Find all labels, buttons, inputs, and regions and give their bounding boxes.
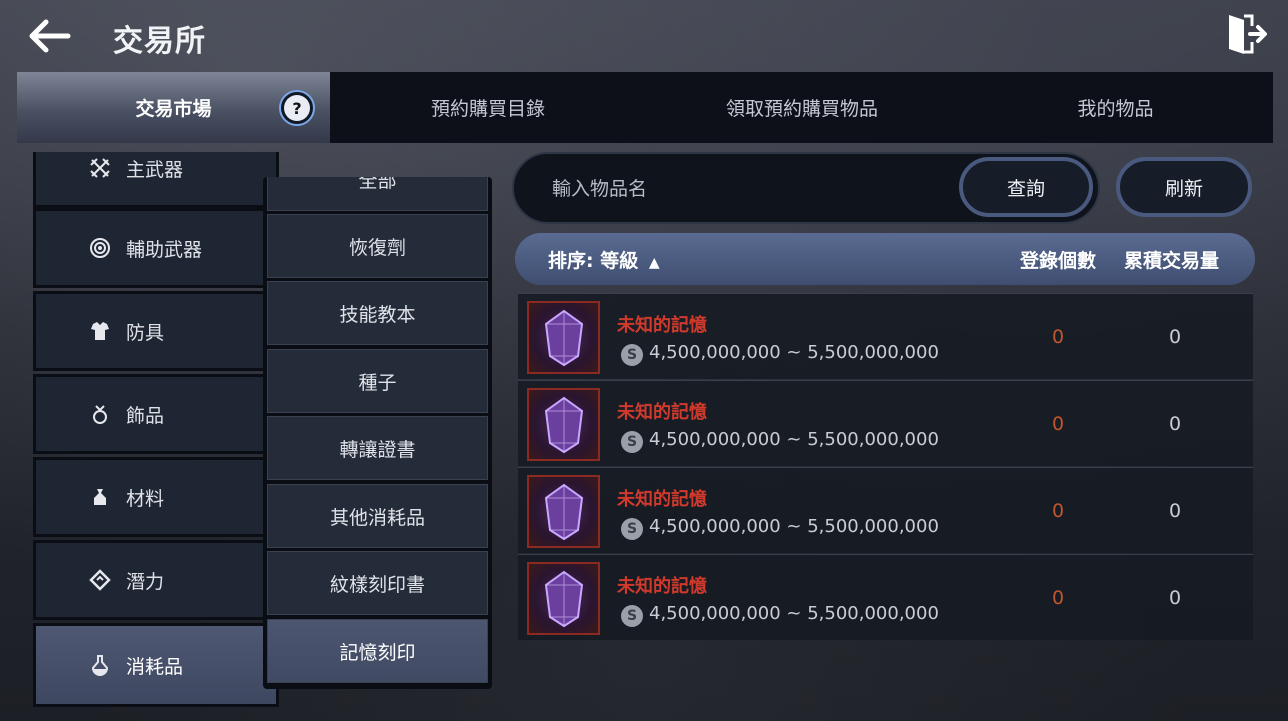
memory-crystal-icon bbox=[527, 388, 600, 461]
item-price-range: 4,500,000,000 ~ 5,500,000,000 bbox=[649, 342, 939, 363]
subcategory-transfer-cert[interactable]: 轉讓證書 bbox=[267, 416, 488, 480]
arrow-left-icon bbox=[29, 19, 71, 53]
tab-reservation-list[interactable]: 預約購買目錄 bbox=[330, 72, 646, 143]
sort-label: 排序: 等級 bbox=[548, 250, 639, 272]
category-main-weapon[interactable]: 主武器 bbox=[33, 152, 279, 208]
category-label: 材料 bbox=[126, 487, 165, 510]
subcategory-label: 紋樣刻印書 bbox=[329, 573, 425, 596]
potion-icon bbox=[89, 654, 111, 676]
tab-label: 我的物品 bbox=[1077, 98, 1154, 120]
column-header-volume: 累積交易量 bbox=[1124, 250, 1220, 272]
sort-button[interactable]: 排序: 等級 ▲ bbox=[548, 246, 660, 273]
exit-button[interactable] bbox=[1226, 12, 1268, 56]
refresh-button[interactable]: 刷新 bbox=[1116, 157, 1252, 217]
subcategory-label: 其他消耗品 bbox=[329, 506, 425, 529]
silver-coin-icon: S bbox=[621, 605, 643, 627]
silver-coin-icon: S bbox=[621, 344, 643, 366]
item-name: 未知的記憶 bbox=[617, 576, 707, 597]
subcategory-label: 技能教本 bbox=[339, 303, 416, 326]
category-label: 防具 bbox=[126, 321, 165, 344]
target-icon bbox=[89, 237, 111, 259]
subcategory-recovery[interactable]: 恢復劑 bbox=[267, 214, 488, 278]
subcategory-pattern-book[interactable]: 紋樣刻印書 bbox=[267, 551, 488, 615]
memory-crystal-icon bbox=[527, 475, 600, 548]
list-item[interactable]: 未知的記憶 S 4,500,000,000 ~ 5,500,000,000 0 … bbox=[518, 554, 1253, 640]
item-count: 0 bbox=[1051, 413, 1065, 435]
ring-icon bbox=[89, 403, 111, 425]
category-label: 輔助武器 bbox=[126, 238, 203, 261]
subcategory-memory-engrave[interactable]: 記憶刻印 bbox=[267, 619, 488, 683]
category-label: 主武器 bbox=[126, 158, 184, 181]
category-potential[interactable]: 潛力 bbox=[33, 540, 279, 620]
sort-header: 排序: 等級 ▲ 登錄個數 累積交易量 bbox=[515, 233, 1255, 285]
tab-label: 預約購買目錄 bbox=[430, 98, 545, 120]
item-name: 未知的記憶 bbox=[617, 315, 707, 336]
item-volume: 0 bbox=[1168, 326, 1182, 348]
tab-label: 交易市場 bbox=[135, 98, 212, 120]
category-consumable[interactable]: 消耗品 bbox=[33, 623, 279, 707]
tab-label: 領取預約購買物品 bbox=[725, 98, 878, 120]
tab-claim-reserved[interactable]: 領取預約購買物品 bbox=[646, 72, 958, 143]
main-tabs: 交易市場 ? 預約購買目錄 領取預約購買物品 我的物品 bbox=[17, 72, 1273, 143]
armor-icon bbox=[89, 320, 111, 342]
sort-arrow-up-icon: ▲ bbox=[648, 255, 660, 271]
item-price-range: 4,500,000,000 ~ 5,500,000,000 bbox=[649, 429, 939, 450]
subcategory-all[interactable]: 全部 bbox=[267, 177, 488, 211]
subcategory-label: 記憶刻印 bbox=[339, 641, 416, 664]
subcategory-list: 全部 恢復劑 技能教本 種子 轉讓證書 其他消耗品 紋樣刻印書 記憶刻印 bbox=[263, 177, 492, 689]
category-accessory[interactable]: 飾品 bbox=[33, 374, 279, 454]
item-volume: 0 bbox=[1168, 587, 1182, 609]
help-button[interactable]: ? bbox=[279, 90, 315, 126]
swords-icon bbox=[89, 157, 111, 179]
subcategory-skill-book[interactable]: 技能教本 bbox=[267, 281, 488, 345]
item-price-range: 4,500,000,000 ~ 5,500,000,000 bbox=[649, 603, 939, 624]
silver-coin-icon: S bbox=[621, 431, 643, 453]
page-title: 交易所 bbox=[113, 24, 206, 59]
item-volume: 0 bbox=[1168, 500, 1182, 522]
tab-market[interactable]: 交易市場 ? bbox=[17, 72, 330, 143]
item-count: 0 bbox=[1051, 500, 1065, 522]
subcategory-label: 恢復劑 bbox=[348, 236, 406, 259]
header-bar: 交易所 bbox=[0, 0, 1288, 70]
diamond-icon bbox=[89, 569, 111, 591]
category-label: 潛力 bbox=[126, 570, 165, 593]
item-count: 0 bbox=[1051, 326, 1065, 348]
item-name: 未知的記憶 bbox=[617, 489, 707, 510]
memory-crystal-icon bbox=[527, 301, 600, 374]
subcategory-other[interactable]: 其他消耗品 bbox=[267, 484, 488, 548]
back-button[interactable] bbox=[26, 18, 72, 54]
category-label: 飾品 bbox=[126, 404, 165, 427]
list-item[interactable]: 未知的記憶 S 4,500,000,000 ~ 5,500,000,000 0 … bbox=[518, 467, 1253, 553]
silver-coin-icon: S bbox=[621, 518, 643, 540]
subcategory-label: 全部 bbox=[358, 177, 397, 192]
query-button[interactable]: 查詢 bbox=[959, 157, 1093, 217]
category-material[interactable]: 材料 bbox=[33, 457, 279, 537]
search-input[interactable] bbox=[552, 174, 932, 204]
subcategory-seed[interactable]: 種子 bbox=[267, 349, 488, 413]
help-book-icon: ? bbox=[284, 95, 310, 121]
exit-door-icon bbox=[1229, 14, 1267, 54]
tab-my-items[interactable]: 我的物品 bbox=[958, 72, 1273, 143]
category-sub-weapon[interactable]: 輔助武器 bbox=[33, 208, 279, 288]
item-price-range: 4,500,000,000 ~ 5,500,000,000 bbox=[649, 516, 939, 537]
list-item[interactable]: 未知的記憶 S 4,500,000,000 ~ 5,500,000,000 0 … bbox=[518, 293, 1253, 379]
subcategory-label: 轉讓證書 bbox=[339, 438, 416, 461]
item-count: 0 bbox=[1051, 587, 1065, 609]
item-volume: 0 bbox=[1168, 413, 1182, 435]
item-list: 未知的記憶 S 4,500,000,000 ~ 5,500,000,000 0 … bbox=[518, 293, 1253, 640]
subcategory-label: 種子 bbox=[358, 371, 397, 394]
category-list: 主武器 輔助武器 防具 飾品 材料 潛力 消耗品 bbox=[33, 152, 280, 711]
list-item[interactable]: 未知的記憶 S 4,500,000,000 ~ 5,500,000,000 0 … bbox=[518, 380, 1253, 466]
item-name: 未知的記憶 bbox=[617, 402, 707, 423]
memory-crystal-icon bbox=[527, 562, 600, 635]
pouch-icon bbox=[89, 486, 111, 508]
category-armor[interactable]: 防具 bbox=[33, 291, 279, 371]
column-header-count: 登錄個數 bbox=[1020, 250, 1097, 272]
category-label: 消耗品 bbox=[126, 655, 184, 678]
